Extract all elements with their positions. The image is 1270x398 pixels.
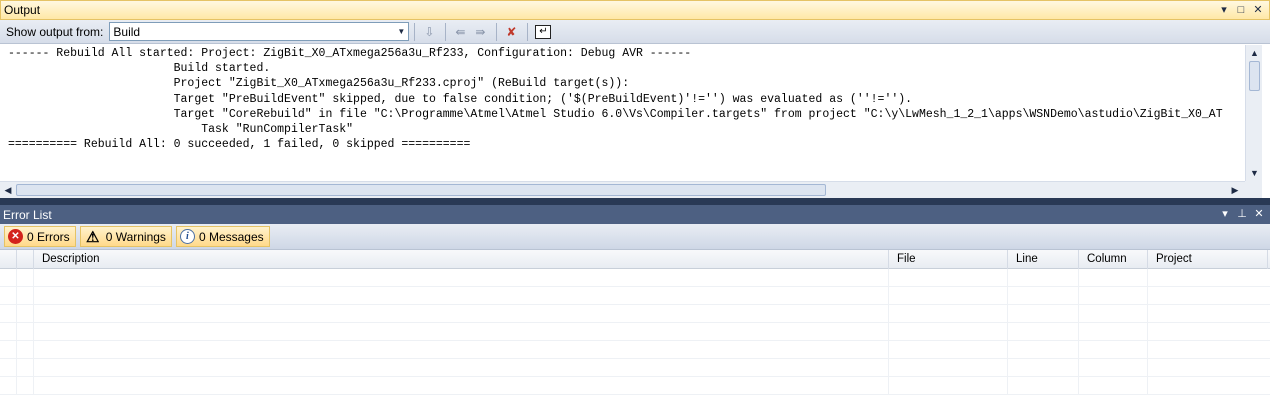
chevron-down-icon[interactable]: ▼ [394, 23, 408, 40]
column-header-project[interactable]: Project [1148, 250, 1268, 269]
table-row [0, 323, 1270, 341]
table-row [0, 341, 1270, 359]
output-text-area[interactable]: ------ Rebuild All started: Project: Zig… [0, 45, 1244, 181]
output-body: ------ Rebuild All started: Project: Zig… [0, 45, 1270, 198]
next-message-icon[interactable]: ⇛ [471, 23, 489, 41]
previous-message-icon[interactable]: ⇚ [451, 23, 469, 41]
horizontal-scrollbar[interactable]: ◀ ▶ [0, 181, 1245, 198]
window-position-dropdown-icon[interactable]: ▾ [1217, 3, 1231, 17]
warning-icon: ⚠ [85, 228, 100, 246]
output-panel: Output ▾ □ ✕ Show output from: Build ▼ ⇩… [0, 0, 1270, 198]
column-header-icon[interactable] [0, 250, 17, 269]
vertical-scrollbar[interactable]: ▲ ▼ [1245, 45, 1262, 181]
error-list-header: Description File Line Column Project [0, 250, 1270, 269]
scroll-up-icon[interactable]: ▲ [1246, 45, 1263, 61]
scroll-down-icon[interactable]: ▼ [1246, 165, 1263, 181]
error-list-panel: Error List ▾ ⊥ ✕ ✕ 0 Errors ⚠ 0 Warnings… [0, 205, 1270, 398]
output-line: ------ Rebuild All started: Project: Zig… [8, 47, 692, 60]
scrollbar-corner [1245, 181, 1262, 198]
output-source-value: Build [113, 24, 141, 39]
table-row [0, 305, 1270, 323]
output-source-select[interactable]: Build ▼ [109, 22, 410, 41]
output-line: ========== Rebuild All: 0 succeeded, 1 f… [8, 138, 471, 152]
errors-filter-button[interactable]: ✕ 0 Errors [4, 226, 76, 247]
info-icon: i [179, 229, 195, 244]
output-line: Project "ZigBit_X0_ATxmega256a3u_Rf233.c… [8, 77, 630, 91]
output-title: Output [4, 3, 41, 17]
output-line: Target "PreBuildEvent" skipped, due to f… [8, 92, 913, 106]
window-position-dropdown-icon[interactable]: ▾ [1218, 207, 1232, 221]
toolbar-separator [527, 22, 529, 41]
output-line: Task "RunCompilerTask" [8, 123, 354, 137]
error-list-body[interactable] [0, 269, 1270, 396]
warnings-filter-button[interactable]: ⚠ 0 Warnings [79, 226, 172, 247]
error-icon: ✕ [8, 229, 23, 244]
messages-filter-label: 0 Messages [198, 229, 264, 244]
messages-filter-button[interactable]: i 0 Messages [175, 226, 270, 247]
table-row [0, 269, 1270, 287]
warnings-filter-label: 0 Warnings [105, 229, 166, 244]
toolbar-separator [414, 22, 416, 41]
toggle-word-wrap-icon[interactable]: ↵ [535, 24, 552, 39]
table-row [0, 287, 1270, 305]
error-list-title: Error List [3, 207, 52, 222]
errors-filter-label: 0 Errors [27, 229, 70, 244]
output-line: Target "CoreRebuild" in file "C:\Program… [8, 107, 1223, 121]
output-toolbar: Show output from: Build ▼ ⇩ ⇚ ⇛ ✘ ↵ [0, 20, 1270, 44]
close-icon[interactable]: ✕ [1252, 207, 1266, 221]
table-row [0, 377, 1270, 395]
table-row [0, 359, 1270, 377]
clear-all-icon[interactable]: ✘ [502, 23, 520, 41]
column-header-line[interactable]: Line [1008, 250, 1079, 269]
toolbar-separator [496, 22, 498, 41]
scroll-right-icon[interactable]: ▶ [1227, 182, 1243, 198]
error-filter-bar: ✕ 0 Errors ⚠ 0 Warnings i 0 Messages [0, 224, 1270, 250]
column-header-column[interactable]: Column [1079, 250, 1148, 269]
output-title-bar[interactable]: Output ▾ □ ✕ [0, 0, 1270, 20]
column-header-file[interactable]: File [889, 250, 1008, 269]
scroll-left-icon[interactable]: ◀ [0, 182, 16, 198]
show-output-label: Show output from: [6, 24, 104, 39]
error-list-title-bar[interactable]: Error List ▾ ⊥ ✕ [0, 205, 1270, 224]
vertical-scroll-thumb[interactable] [1249, 61, 1260, 91]
maximize-icon[interactable]: □ [1234, 3, 1248, 17]
right-edge [1262, 45, 1270, 198]
find-message-in-code-icon[interactable]: ⇩ [420, 23, 438, 41]
output-line: Build started. [8, 62, 271, 76]
column-header-description[interactable]: Description [34, 250, 889, 269]
pin-icon[interactable]: ⊥ [1235, 207, 1249, 221]
close-icon[interactable]: ✕ [1251, 3, 1265, 17]
horizontal-scroll-thumb[interactable] [16, 184, 826, 196]
column-header-index[interactable] [17, 250, 34, 269]
toolbar-separator [445, 22, 447, 41]
